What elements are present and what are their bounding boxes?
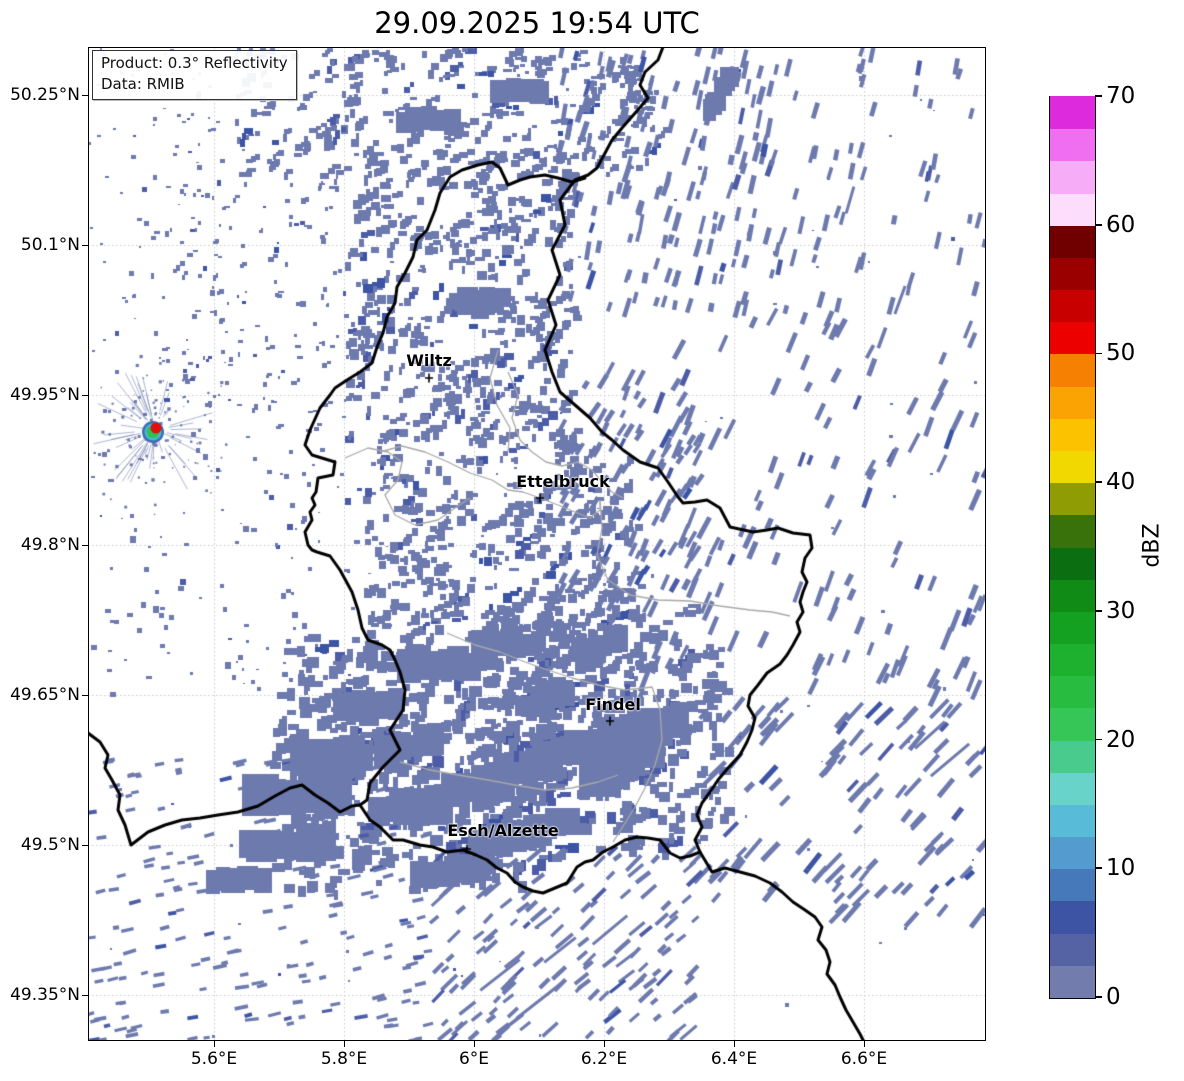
x-tick-mark bbox=[214, 1041, 216, 1047]
y-tick-mark bbox=[82, 95, 88, 97]
product-info-line1: Product: 0.3° Reflectivity bbox=[101, 54, 288, 72]
colorbar-cell bbox=[1050, 675, 1095, 709]
figure-title: 29.09.2025 19:54 UTC bbox=[374, 6, 700, 40]
colorbar-cell bbox=[1050, 160, 1095, 194]
y-tick-label: 50.1°N bbox=[20, 235, 80, 255]
colorbar-tick bbox=[1095, 738, 1102, 741]
y-tick-mark bbox=[82, 845, 88, 847]
x-tick-mark bbox=[474, 1041, 476, 1047]
colorbar-cell bbox=[1050, 611, 1095, 645]
colorbar-cell bbox=[1050, 546, 1095, 580]
city-label: Findel bbox=[585, 695, 641, 714]
colorbar-tick-label: 50 bbox=[1106, 340, 1136, 367]
colorbar-tick bbox=[1095, 223, 1102, 226]
colorbar-cell bbox=[1050, 707, 1095, 741]
colorbar-cell bbox=[1050, 450, 1095, 484]
y-tick-mark bbox=[82, 545, 88, 547]
colorbar-cell bbox=[1050, 579, 1095, 612]
colorbar-tick-label: 10 bbox=[1106, 855, 1136, 882]
colorbar-cell bbox=[1050, 772, 1095, 805]
colorbar-tick bbox=[1095, 610, 1102, 612]
y-tick-label: 49.5°N bbox=[20, 835, 80, 855]
colorbar-cell bbox=[1050, 514, 1095, 548]
y-tick-mark bbox=[82, 695, 88, 697]
y-tick-label: 50.25°N bbox=[10, 85, 80, 105]
city-label: Wiltz bbox=[406, 351, 452, 370]
city-label: Esch/Alzette bbox=[447, 821, 559, 840]
colorbar-tick bbox=[1095, 867, 1102, 870]
colorbar-cell bbox=[1050, 900, 1095, 934]
x-tick-mark bbox=[734, 1041, 736, 1047]
colorbar-cell bbox=[1050, 868, 1095, 902]
x-tick-label: 6.2°E bbox=[580, 1049, 628, 1069]
colorbar-cell bbox=[1050, 836, 1095, 870]
y-tick-label: 49.65°N bbox=[10, 685, 80, 705]
colorbar-cell bbox=[1050, 321, 1095, 355]
colorbar-cell bbox=[1050, 257, 1095, 291]
colorbar-cell bbox=[1050, 192, 1095, 226]
colorbar-cell bbox=[1050, 418, 1095, 451]
colorbar-tick bbox=[1095, 996, 1102, 998]
x-tick-mark bbox=[864, 1041, 866, 1047]
colorbar-cell bbox=[1050, 739, 1095, 773]
x-tick-mark bbox=[604, 1041, 606, 1047]
colorbar-tick-label: 20 bbox=[1106, 726, 1136, 753]
colorbar-cell bbox=[1050, 96, 1095, 130]
x-tick-mark bbox=[344, 1041, 346, 1047]
colorbar-cell bbox=[1050, 804, 1095, 838]
y-tick-label: 49.95°N bbox=[10, 385, 80, 405]
colorbar-cell bbox=[1050, 386, 1095, 419]
city-label: Ettelbruck bbox=[516, 472, 610, 491]
colorbar-cell bbox=[1050, 289, 1095, 323]
colorbar-cell bbox=[1050, 933, 1095, 966]
x-tick-label: 5.8°E bbox=[320, 1049, 368, 1069]
radar-figure: { "title": "29.09.2025 19:54 UTC", "info… bbox=[0, 0, 1184, 1081]
x-tick-label: 6.4°E bbox=[710, 1049, 758, 1069]
colorbar-cell bbox=[1050, 643, 1095, 677]
colorbar-tick bbox=[1095, 352, 1102, 355]
colorbar-tick-label: 0 bbox=[1106, 984, 1121, 1010]
x-tick-label: 6°E bbox=[458, 1049, 490, 1069]
colorbar-tick bbox=[1095, 481, 1102, 483]
colorbar-axis-label: dBZ bbox=[1139, 523, 1165, 568]
colorbar-tick-label: 40 bbox=[1106, 469, 1136, 496]
colorbar-cell bbox=[1050, 965, 1095, 998]
colorbar-tick bbox=[1095, 95, 1102, 97]
product-info-line2: Data: RMIB bbox=[101, 75, 185, 93]
y-tick-mark bbox=[82, 995, 88, 997]
colorbar-cell bbox=[1050, 225, 1095, 258]
y-tick-label: 49.35°N bbox=[10, 985, 80, 1005]
x-tick-label: 6.6°E bbox=[840, 1049, 888, 1069]
y-tick-label: 49.8°N bbox=[20, 535, 80, 555]
colorbar-cell bbox=[1050, 128, 1095, 162]
y-tick-mark bbox=[82, 245, 88, 247]
colorbar-cell bbox=[1050, 482, 1095, 516]
product-info-box: Product: 0.3° Reflectivity Data: RMIB bbox=[92, 50, 297, 100]
colorbar-tick-label: 30 bbox=[1106, 597, 1136, 624]
colorbar-tick-label: 70 bbox=[1106, 83, 1136, 109]
colorbar-cell bbox=[1050, 353, 1095, 387]
x-tick-label: 5.6°E bbox=[190, 1049, 238, 1069]
radar-map-canvas bbox=[88, 47, 986, 1041]
y-tick-mark bbox=[82, 395, 88, 397]
colorbar bbox=[1049, 96, 1096, 999]
colorbar-tick-label: 60 bbox=[1106, 211, 1136, 238]
